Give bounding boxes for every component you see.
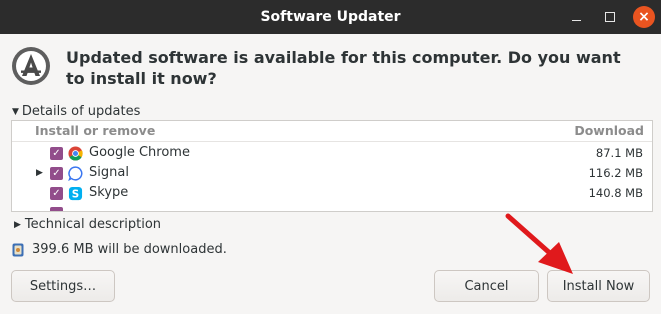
maximize-icon[interactable] (599, 6, 621, 28)
list-header: Install or remove Download (12, 121, 652, 142)
cancel-button[interactable]: Cancel (434, 270, 539, 302)
chrome-icon (68, 146, 83, 161)
column-install-or-remove[interactable]: Install or remove (35, 123, 155, 138)
checkbox-icon[interactable]: ✓ (50, 147, 63, 160)
list-item[interactable]: ▶ ✓ Signal 116.2 MB (12, 164, 652, 184)
package-name: Signal (89, 165, 129, 180)
details-label: Details of updates (21, 104, 141, 119)
package-name: Skype (89, 185, 129, 200)
title-bar: Software Updater × (0, 0, 661, 34)
list-item[interactable]: ✓ Google Chrome 87.1 MB (12, 144, 652, 164)
details-expander[interactable]: ▼ Details of updates (12, 104, 140, 119)
signal-icon (68, 166, 83, 181)
row-expander-icon[interactable]: ▶ (36, 168, 43, 178)
technical-description-label: Technical description (24, 217, 162, 232)
technical-description-expander[interactable]: ▶ Technical description (14, 217, 161, 232)
checkbox-icon (50, 207, 63, 211)
skype-icon: S (68, 186, 83, 200)
minimize-icon[interactable] (565, 6, 587, 28)
settings-button[interactable]: Settings… (11, 270, 115, 302)
window-controls: × (565, 0, 655, 34)
package-name: Google Chrome (89, 145, 190, 160)
package-size: 116.2 MB (588, 166, 643, 180)
expanded-triangle-icon: ▼ (12, 106, 19, 117)
package-size: 140.8 MB (588, 186, 643, 200)
checkbox-icon[interactable]: ✓ (50, 187, 63, 200)
close-icon[interactable]: × (633, 6, 655, 28)
package-icon (12, 243, 24, 256)
collapsed-triangle-icon: ▶ (14, 219, 21, 230)
update-prompt-heading: Updated software is available for this c… (66, 48, 621, 88)
download-summary: 399.6 MB will be downloaded. (12, 242, 227, 257)
list-item[interactable]: ✓ S Skype 140.8 MB (12, 184, 652, 204)
package-size: 87.1 MB (595, 146, 643, 160)
column-download[interactable]: Download (574, 123, 644, 138)
list-item-partial (12, 204, 652, 211)
install-now-button[interactable]: Install Now (547, 270, 650, 302)
window-title: Software Updater (260, 9, 401, 25)
download-size-text: 399.6 MB will be downloaded. (32, 242, 227, 257)
software-updater-icon (12, 47, 50, 85)
updates-list[interactable]: Install or remove Download ✓ Google Chro… (11, 120, 653, 212)
checkbox-icon[interactable]: ✓ (50, 167, 63, 180)
svg-text:S: S (72, 188, 79, 200)
